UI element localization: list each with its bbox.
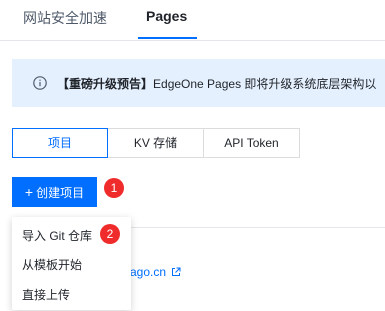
create-project-button[interactable]: + 创建项目 [12, 177, 97, 207]
step-badge-2: 2 [100, 224, 120, 244]
external-link-icon[interactable] [171, 267, 181, 277]
create-project-label: 创建项目 [36, 186, 85, 200]
notice-banner: 【重磅升级预告】EdgeOne Pages 即将升级系统底层架构以 [12, 59, 385, 107]
plus-icon: + [24, 184, 34, 200]
tab-projects[interactable]: 项目 [12, 128, 108, 158]
notice-body: EdgeOne Pages 即将升级系统底层架构以 [153, 77, 377, 91]
notice-text: 【重磅升级预告】EdgeOne Pages 即将升级系统底层架构以 [57, 75, 376, 92]
notice-highlight: 【重磅升级预告】 [57, 77, 154, 91]
domain-link[interactable]: ago.cn [130, 265, 166, 279]
segment-tabs: 项目 KV 存储 API Token [12, 128, 300, 158]
active-tab-indicator [138, 37, 197, 39]
tab-pages[interactable]: Pages [146, 8, 187, 24]
tab-website-security[interactable]: 网站安全加速 [23, 8, 107, 28]
info-circle-icon [33, 76, 47, 90]
menu-item-import-git[interactable]: 导入 Git 仓库 [22, 227, 92, 244]
menu-item-from-template[interactable]: 从模板开始 [22, 256, 82, 273]
menu-item-direct-upload[interactable]: 直接上传 [22, 286, 70, 303]
top-tab-bar: 网站安全加速 Pages [0, 0, 385, 41]
step-badge-1: 1 [104, 178, 124, 198]
tab-kv-storage[interactable]: KV 存储 [107, 128, 204, 158]
tab-api-token[interactable]: API Token [203, 128, 300, 158]
